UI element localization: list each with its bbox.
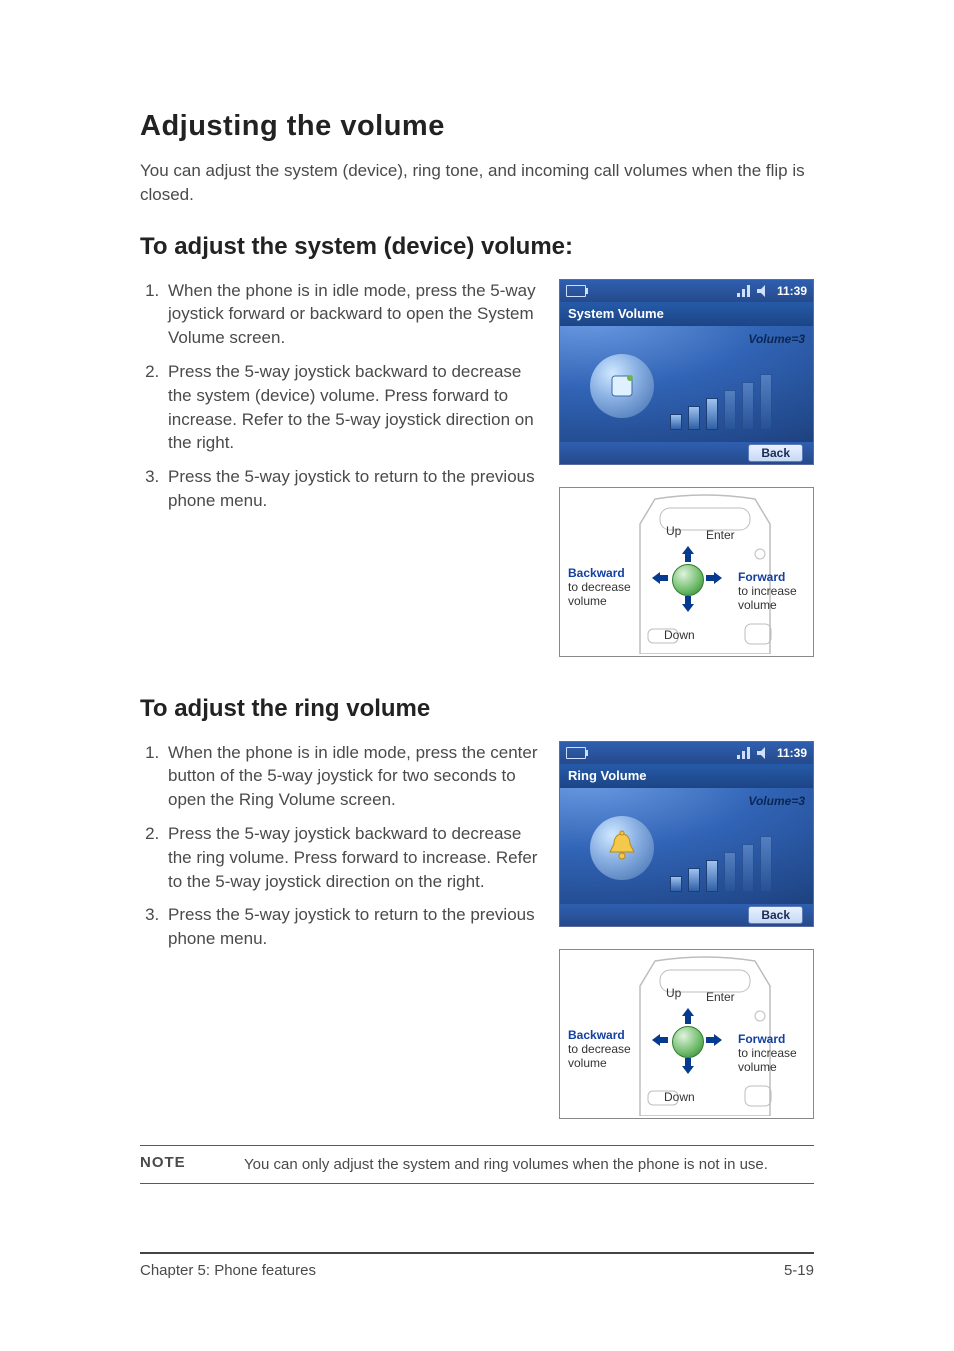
- joystick-diagram: Up Enter Down Backward to decrease volum…: [559, 487, 814, 657]
- ring-volume-section: When the phone is in idle mode, press th…: [140, 741, 814, 1119]
- label-enter: Enter: [706, 990, 735, 1004]
- arrow-down-icon: [682, 1058, 694, 1074]
- label-backward-sub: to decrease volume: [568, 580, 631, 608]
- back-softkey[interactable]: Back: [748, 444, 803, 462]
- chapter-label: Chapter 5: Phone features: [140, 1262, 316, 1279]
- step: Press the 5-way joystick to return to th…: [164, 465, 539, 513]
- joystick-center: [672, 1026, 704, 1058]
- softkey-bar: Back: [560, 442, 813, 464]
- step: When the phone is in idle mode, press th…: [164, 279, 539, 350]
- softkey-bar: Back: [560, 904, 813, 926]
- label-down: Down: [664, 628, 695, 642]
- label-backward-sub: to decrease volume: [568, 1042, 631, 1070]
- screen-body: Volume=3: [560, 788, 813, 904]
- system-volume-section: When the phone is in idle mode, press th…: [140, 279, 814, 657]
- screen-title: Ring Volume: [560, 764, 813, 788]
- label-forward: Forward to increase volume: [738, 570, 810, 613]
- note-text: You can only adjust the system and ring …: [244, 1154, 814, 1175]
- label-backward-head: Backward: [568, 1028, 625, 1042]
- system-volume-screenshot: 11:39 System Volume Volume=3: [559, 279, 814, 465]
- arrow-right-icon: [706, 1034, 722, 1046]
- signal-icon: [737, 285, 751, 297]
- label-backward: Backward to decrease volume: [568, 566, 650, 609]
- arrow-up-icon: [682, 546, 694, 562]
- arrow-left-icon: [652, 1034, 668, 1046]
- arrow-up-icon: [682, 1008, 694, 1024]
- volume-bars: [670, 374, 772, 430]
- ring-volume-steps: When the phone is in idle mode, press th…: [140, 741, 539, 951]
- ring-volume-heading: To adjust the ring volume: [140, 695, 814, 723]
- step: Press the 5-way joystick backward to dec…: [164, 360, 539, 455]
- step: Press the 5-way joystick backward to dec…: [164, 822, 539, 893]
- system-volume-heading: To adjust the system (device) volume:: [140, 233, 814, 261]
- label-down: Down: [664, 1090, 695, 1104]
- label-up: Up: [666, 524, 681, 538]
- label-enter: Enter: [706, 528, 735, 542]
- label-up: Up: [666, 986, 681, 1000]
- arrow-left-icon: [652, 572, 668, 584]
- status-bar: 11:39: [560, 742, 813, 764]
- label-forward-head: Forward: [738, 570, 785, 584]
- page-number: 5-19: [784, 1262, 814, 1279]
- volume-bars: [670, 836, 772, 892]
- device-icon: [590, 354, 654, 418]
- screen-title: System Volume: [560, 302, 813, 326]
- label-forward-head: Forward: [738, 1032, 785, 1046]
- label-forward-sub: to increase volume: [738, 1046, 797, 1074]
- label-forward: Forward to increase volume: [738, 1032, 810, 1075]
- bell-icon: [590, 816, 654, 880]
- volume-readout: Volume=3: [748, 794, 805, 808]
- clock-label: 11:39: [777, 746, 807, 760]
- label-backward: Backward to decrease volume: [568, 1028, 650, 1071]
- manual-page: Adjusting the volume You can adjust the …: [0, 0, 954, 1351]
- step: When the phone is in idle mode, press th…: [164, 741, 539, 812]
- intro-paragraph: You can adjust the system (device), ring…: [140, 159, 814, 207]
- battery-icon: [566, 285, 586, 297]
- label-backward-head: Backward: [568, 566, 625, 580]
- status-bar: 11:39: [560, 280, 813, 302]
- battery-icon: [566, 747, 586, 759]
- joystick-diagram: Up Enter Down Backward to decrease volum…: [559, 949, 814, 1119]
- signal-icon: [737, 747, 751, 759]
- ring-volume-screenshot: 11:39 Ring Volume Volume=3: [559, 741, 814, 927]
- clock-label: 11:39: [777, 284, 807, 298]
- speaker-icon: [757, 747, 771, 759]
- volume-readout: Volume=3: [748, 332, 805, 346]
- note-label: NOTE: [140, 1154, 210, 1175]
- system-volume-steps: When the phone is in idle mode, press th…: [140, 279, 539, 513]
- joystick-center: [672, 564, 704, 596]
- note-block: NOTE You can only adjust the system and …: [140, 1145, 814, 1184]
- step: Press the 5-way joystick to return to th…: [164, 903, 539, 951]
- back-softkey[interactable]: Back: [748, 906, 803, 924]
- arrow-right-icon: [706, 572, 722, 584]
- screen-body: Volume=3: [560, 326, 813, 442]
- arrow-down-icon: [682, 596, 694, 612]
- page-footer: Chapter 5: Phone features 5-19: [140, 1252, 814, 1279]
- label-forward-sub: to increase volume: [738, 584, 797, 612]
- speaker-icon: [757, 285, 771, 297]
- page-title: Adjusting the volume: [140, 110, 814, 143]
